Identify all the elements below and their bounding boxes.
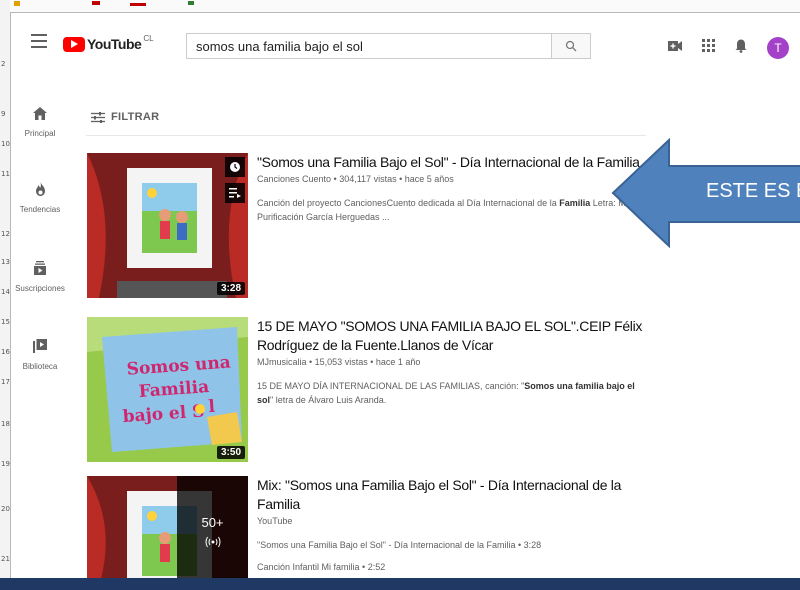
video-description: Canción del proyecto CancionesCuento ded… [257, 198, 642, 222]
country-code: CL [143, 33, 154, 43]
apps-grid-icon[interactable] [702, 39, 715, 57]
filter-icon [91, 111, 105, 123]
ruler-tick: 2 [1, 60, 6, 68]
ruler-tick: 19 [1, 460, 10, 468]
video-meta: MJmusicalia • 15,053 vistas • hace 1 año [257, 357, 421, 367]
search-button[interactable] [551, 34, 590, 58]
ruler-tick: 18 [1, 420, 10, 428]
video-thumbnail[interactable]: 3:28 [87, 153, 248, 298]
search-input[interactable] [187, 34, 551, 58]
video-title[interactable]: Mix: "Somos una Familia Bajo el Sol" - D… [257, 476, 647, 514]
ruler-tick: 10 [1, 140, 10, 148]
mix-item[interactable]: Canción Infantil Mi familia • 2:52 [257, 560, 647, 574]
play-logo-icon [63, 36, 85, 52]
sidebar-item-principal[interactable]: Principal [11, 107, 69, 138]
youtube-logo[interactable]: YouTube CL [63, 33, 154, 52]
mix-count: 50+ [201, 514, 224, 530]
ruler-tick: 20 [1, 505, 10, 513]
sidebar: Principal Tendencias Suscripciones Bibli… [11, 71, 69, 579]
video-title[interactable]: "Somos una Familia Bajo el Sol" - Día In… [257, 153, 647, 172]
sidebar-item-suscripciones[interactable]: Suscripciones [11, 261, 69, 293]
ruler-tick: 13 [1, 258, 10, 266]
add-to-queue-icon[interactable] [225, 183, 245, 203]
ruler-tick: 21 [1, 555, 10, 563]
logo-text: YouTube [87, 36, 142, 52]
sidebar-item-tendencias[interactable]: Tendencias [11, 182, 69, 214]
flame-icon [35, 182, 45, 196]
ruler-tick: 9 [1, 110, 6, 118]
divider [86, 135, 646, 136]
browser-content: YouTube CL T Principal [10, 12, 800, 580]
annotation-text: ESTE ES E [706, 180, 800, 202]
ruler-tick: 17 [1, 378, 10, 386]
filter-button[interactable]: FILTRAR [91, 111, 159, 123]
top-toolbar-strip [10, 0, 800, 12]
create-video-icon[interactable] [668, 39, 682, 57]
ruler-tick: 15 [1, 318, 10, 326]
mix-thumbnail[interactable]: 50+ [87, 476, 248, 579]
video-description: 15 DE MAYO DÍA INTERNACIONAL DE LAS FAMI… [257, 381, 635, 405]
home-icon [33, 107, 47, 120]
library-icon [33, 339, 47, 353]
sidebar-item-label: Biblioteca [22, 362, 58, 371]
ruler-tick: 11 [1, 170, 10, 178]
filter-label: FILTRAR [111, 111, 160, 123]
sidebar-item-label: Suscripciones [15, 284, 65, 293]
mix-overlay: 50+ [177, 476, 248, 579]
sidebar-item-label: Principal [24, 129, 56, 138]
ruler-tick: 12 [1, 230, 10, 238]
avatar[interactable]: T [767, 37, 789, 59]
menu-icon[interactable] [31, 34, 47, 48]
video-result[interactable]: 3:28 "Somos una Familia Bajo el Sol" - D… [87, 153, 657, 298]
taskbar [0, 578, 800, 590]
video-thumbnail[interactable]: Somos una Familia bajo el S l 3:50 [87, 317, 248, 462]
mix-item[interactable]: "Somos una Familia Bajo el Sol" - Día In… [257, 538, 647, 552]
sidebar-item-biblioteca[interactable]: Biblioteca [11, 339, 69, 371]
thumbnail-image: Somos una Familia bajo el S l [87, 317, 248, 462]
mix-broadcast-icon [205, 536, 220, 547]
video-meta: YouTube [257, 516, 293, 526]
ruler-tick: 14 [1, 288, 10, 296]
youtube-header: YouTube CL T [11, 13, 800, 71]
subscriptions-icon [34, 261, 46, 275]
ruler-tick: 16 [1, 348, 10, 356]
search-box [186, 33, 591, 59]
video-result[interactable]: Somos una Familia bajo el S l 3:50 15 DE… [87, 317, 657, 462]
mix-result[interactable]: 50+ Mix: "Somos una Familia Bajo el Sol"… [87, 476, 657, 579]
video-duration: 3:50 [216, 446, 245, 459]
search-icon [565, 40, 577, 52]
sidebar-item-label: Tendencias [19, 205, 61, 214]
notifications-bell-icon[interactable] [735, 39, 747, 58]
watch-later-icon[interactable] [225, 157, 245, 177]
video-duration: 3:28 [216, 282, 245, 295]
video-meta: Canciones Cuento • 304,117 vistas • hace… [257, 174, 454, 184]
thumbnail-image [87, 153, 248, 298]
video-title[interactable]: 15 DE MAYO "SOMOS UNA FAMILIA BAJO EL SO… [257, 317, 647, 355]
